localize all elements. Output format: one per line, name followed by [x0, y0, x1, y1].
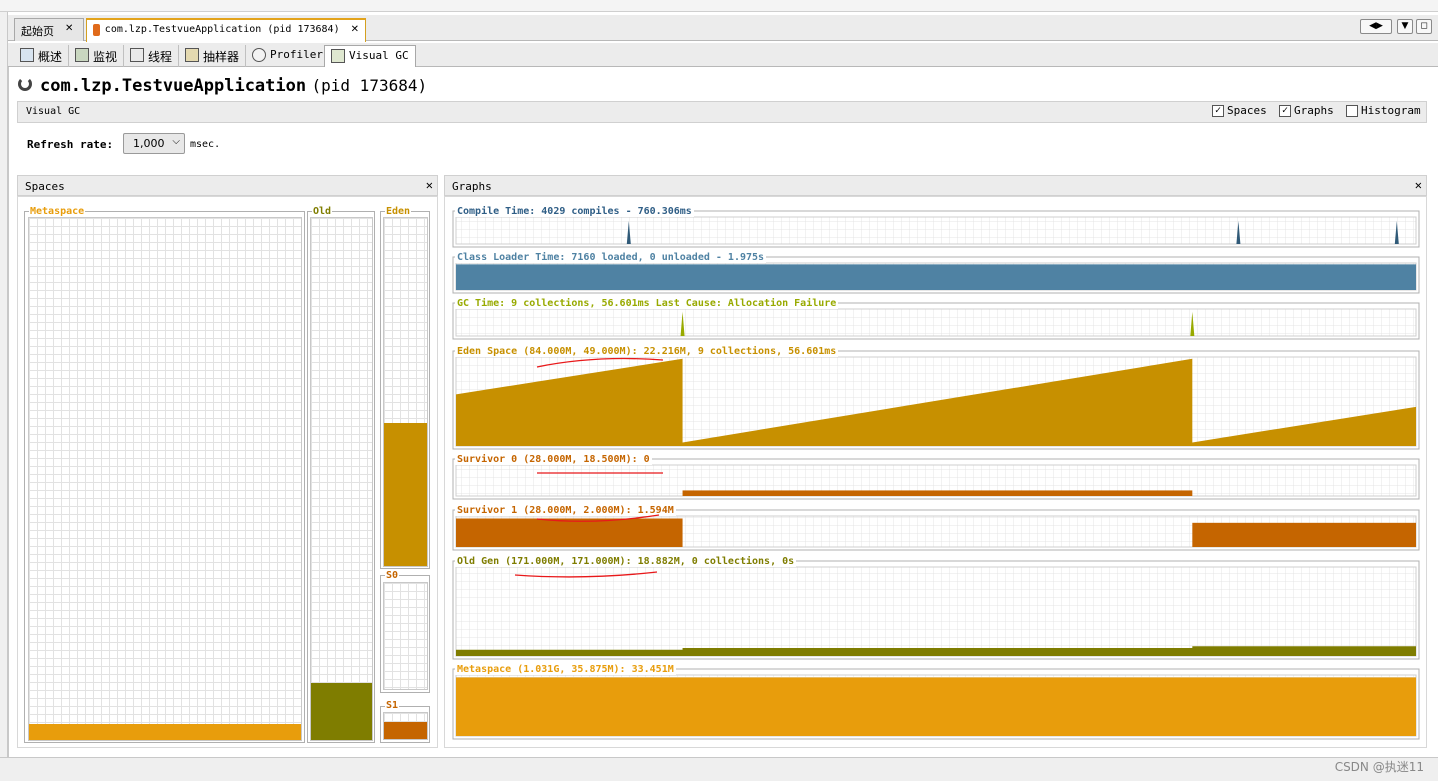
tab-sampler[interactable]: 抽样器: [179, 45, 247, 67]
graphs-checkbox[interactable]: ✓ Graphs: [1279, 104, 1334, 117]
eden-fill: [384, 423, 427, 566]
old-grid: [310, 217, 373, 741]
tab-label: Visual GC: [349, 49, 409, 62]
tab-list-dropdown-icon[interactable]: ▼: [1397, 19, 1413, 34]
monitor-icon: [75, 48, 89, 62]
graphs-panel-title: Graphs: [452, 180, 492, 193]
old-gen-graph-grid: [455, 566, 1417, 657]
spaces-panel: Metaspace Old Eden S0 S1: [17, 196, 438, 748]
class-loader-area: [456, 264, 1416, 290]
checkbox-label: Histogram: [1361, 104, 1421, 117]
eden-label: Eden: [385, 206, 412, 217]
visual-gc-title: Visual GC: [26, 106, 81, 117]
refresh-rate-select[interactable]: 1,000 ⌵: [123, 133, 185, 154]
checkbox-checked-icon[interactable]: ✓: [1279, 104, 1291, 117]
tab-visual-gc[interactable]: Visual GC: [324, 45, 416, 68]
window-top-strip: [0, 0, 1438, 12]
survivor1-area-1: [1192, 522, 1416, 547]
refresh-unit: msec.: [190, 139, 221, 150]
tab-label: Profiler: [270, 48, 323, 61]
old-label: Old: [312, 206, 333, 217]
left-edge-panel: [0, 12, 8, 757]
sampler-icon: [185, 48, 199, 62]
graphs-panel-header: Graphs ✕: [444, 175, 1427, 196]
s1-label: S1: [385, 700, 400, 711]
checkbox-label: Graphs: [1294, 104, 1334, 117]
tab-scroll-arrows[interactable]: ◀▶: [1360, 19, 1392, 34]
tab-profiler[interactable]: Profiler: [246, 45, 330, 67]
checkbox-label: Spaces: [1227, 104, 1267, 117]
tab-label: 线程: [148, 50, 173, 64]
survivor0-area: [682, 490, 1193, 496]
tab-label: 监视: [93, 50, 118, 64]
restore-window-icon[interactable]: ◻: [1416, 19, 1432, 34]
s1-grid: [383, 712, 428, 740]
spaces-panel-title: Spaces: [25, 180, 65, 193]
overview-icon: [20, 48, 34, 62]
gc-time-label: GC Time: 9 collections, 56.601ms Last Ca…: [455, 298, 839, 309]
document-tab-bar: 起始页 ✕ com.lzp.TestvueApplication (pid 17…: [8, 15, 1438, 42]
page-title: com.lzp.TestvueApplication (pid 173684): [18, 76, 427, 96]
view-tab-bar: 概述 监视 线程 抽样器 Profiler Visual GC: [8, 43, 1438, 68]
old-fill: [311, 682, 372, 740]
survivor1-label: Survivor 1 (28.000M, 2.000M): 1.594M: [455, 505, 676, 516]
tab-threads[interactable]: 线程: [124, 45, 180, 67]
eden-space-label: Eden Space (84.000M, 49.000M): 22.216M, …: [455, 346, 839, 357]
metaspace-grid: [28, 217, 302, 741]
class-loader-label: Class Loader Time: 7160 loaded, 0 unload…: [455, 252, 767, 263]
histogram-checkbox[interactable]: Histogram: [1346, 104, 1421, 117]
tab-start-page[interactable]: 起始页 ✕: [14, 18, 84, 41]
tab-overview[interactable]: 概述: [14, 45, 70, 67]
close-icon[interactable]: ✕: [426, 178, 433, 192]
tab-label: com.lzp.TestvueApplication (pid 173684): [104, 24, 340, 35]
metaspace-fill: [29, 724, 301, 740]
refresh-rate-value: 1,000: [133, 137, 165, 150]
spaces-panel-header: Spaces ✕: [17, 175, 438, 196]
java-app-icon: [93, 24, 100, 36]
survivor1-area-0: [456, 518, 683, 547]
tab-label: 抽样器: [203, 50, 240, 64]
s0-label: S0: [385, 570, 400, 581]
chevron-down-icon: ⌵: [172, 136, 180, 147]
visual-gc-icon: [331, 49, 345, 63]
close-icon[interactable]: ✕: [1415, 178, 1422, 192]
spaces-checkbox[interactable]: ✓ Spaces: [1212, 104, 1267, 117]
checkbox-unchecked-icon[interactable]: [1346, 104, 1358, 117]
chevron-left-icon[interactable]: ◀: [1369, 21, 1376, 31]
chevron-right-icon[interactable]: ▶: [1376, 21, 1383, 31]
metaspace-label: Metaspace: [29, 206, 86, 217]
compile-time-label: Compile Time: 4029 compiles - 760.306ms: [455, 206, 694, 217]
refresh-rate-label: Refresh rate:: [27, 138, 114, 151]
tab-label: 起始页: [21, 25, 54, 38]
app-name: com.lzp.TestvueApplication: [40, 76, 307, 96]
graphs-panel: Compile Time: 4029 compiles - 760.306ms …: [444, 196, 1427, 748]
tab-monitor[interactable]: 监视: [69, 45, 125, 67]
s0-grid: [383, 582, 428, 690]
metaspace-graph-area: [456, 677, 1416, 736]
close-icon[interactable]: ✕: [351, 24, 359, 35]
threads-icon: [130, 48, 144, 62]
tab-application[interactable]: com.lzp.TestvueApplication (pid 173684) …: [86, 18, 366, 42]
checkbox-checked-icon[interactable]: ✓: [1212, 104, 1224, 117]
compile-time-graph-grid: [455, 216, 1417, 245]
watermark: CSDN @执迷11: [1334, 760, 1424, 774]
old-gen-label: Old Gen (171.000M, 171.000M): 18.882M, 0…: [455, 556, 797, 567]
profiler-icon: [252, 48, 266, 62]
metaspace-graph-label: Metaspace (1.031G, 35.875M): 33.451M: [455, 664, 676, 675]
close-icon[interactable]: ✕: [65, 23, 73, 34]
app-pid: (pid 173684): [311, 76, 428, 95]
s1-fill: [384, 721, 427, 739]
status-bar: [0, 757, 1438, 781]
survivor0-label: Survivor 0 (28.000M, 18.500M): 0: [455, 454, 652, 465]
eden-grid: [383, 217, 428, 567]
tab-label: 概述: [38, 50, 63, 64]
gc-time-graph-grid: [455, 308, 1417, 337]
